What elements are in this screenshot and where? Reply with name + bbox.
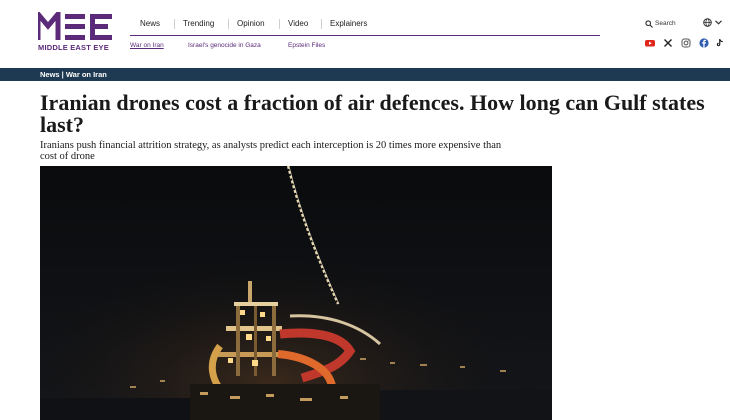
hero-photo-night-interception	[40, 166, 552, 420]
section-bar: News | War on Iran	[0, 68, 730, 81]
language-selector[interactable]	[703, 17, 725, 29]
nav-divider	[228, 19, 229, 29]
social-links	[645, 38, 727, 50]
nav-item-news[interactable]: News	[140, 14, 160, 34]
instagram-icon[interactable]	[681, 38, 691, 48]
article-headline: Iranian drones cost a fraction of air de…	[40, 90, 705, 137]
site-header: MIDDLE EAST EYE News Trending Opinion Vi…	[0, 0, 730, 68]
nav-item-opinion[interactable]: Opinion	[237, 14, 265, 34]
youtube-icon[interactable]	[645, 38, 655, 48]
sub-nav: War on Iran Israel's genocide in Gaza Ep…	[130, 40, 380, 52]
article-standfirst: Iranians push financial attrition strate…	[40, 140, 502, 162]
tiktok-icon[interactable]	[715, 38, 725, 48]
hero-image	[40, 166, 552, 420]
search-button[interactable]: Search	[645, 18, 690, 30]
globe-icon	[703, 18, 712, 27]
main-nav: News Trending Opinion Video Explainers	[130, 14, 410, 34]
mee-logo-mark	[38, 12, 112, 40]
search-icon	[645, 20, 653, 28]
logo-text: MIDDLE EAST EYE	[38, 43, 109, 52]
sub-nav-item-gaza[interactable]: Israel's genocide in Gaza	[188, 40, 261, 52]
nav-divider	[174, 19, 175, 29]
nav-divider	[321, 19, 322, 29]
nav-divider	[279, 19, 280, 29]
chevron-down-icon	[715, 20, 722, 25]
sub-nav-item-war-on-iran[interactable]: War on Iran	[130, 40, 164, 52]
facebook-icon[interactable]	[699, 38, 709, 48]
nav-item-explainers[interactable]: Explainers	[330, 14, 367, 34]
site-logo[interactable]: MIDDLE EAST EYE	[38, 12, 116, 56]
x-icon[interactable]	[663, 38, 673, 48]
nav-underline	[130, 35, 600, 36]
nav-item-video[interactable]: Video	[288, 14, 308, 34]
nav-item-trending[interactable]: Trending	[183, 14, 214, 34]
search-label: Search	[655, 20, 676, 27]
sub-nav-item-epstein-files[interactable]: Epstein Files	[288, 40, 325, 52]
section-breadcrumb[interactable]: News | War on Iran	[40, 68, 107, 81]
